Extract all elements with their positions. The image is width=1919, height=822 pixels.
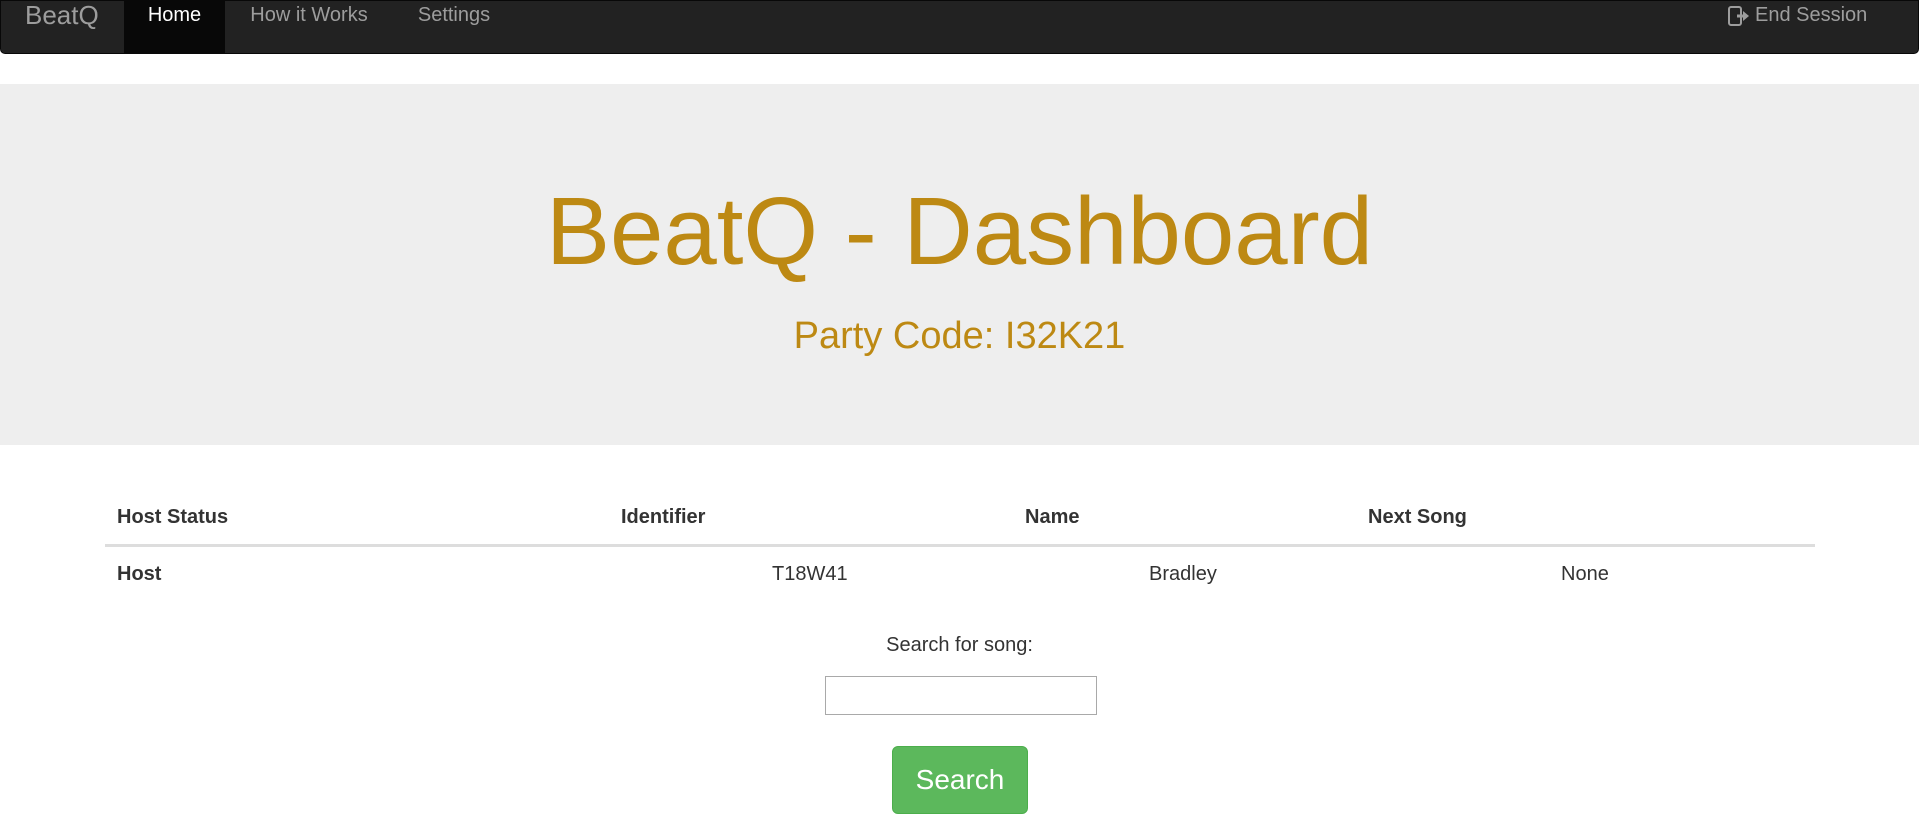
end-session-link[interactable]: End Session [1728, 4, 1867, 27]
song-search-input[interactable] [825, 676, 1097, 715]
page-title: BeatQ - Dashboard [545, 178, 1374, 285]
header-host-status: Host Status [117, 506, 229, 528]
end-session-label: End Session [1755, 4, 1868, 26]
search-label: Search for song: [886, 634, 1033, 656]
header-next-song: Next Song [1368, 506, 1467, 528]
brand-link[interactable]: BeatQ [25, 1, 99, 30]
cell-next-song: None [1561, 563, 1609, 585]
cell-identifier: T18W41 [772, 563, 848, 585]
top-navbar: BeatQ Home How it Works Settings End Ses… [0, 0, 1919, 54]
table-header: Host Status Identifier Name Next Song [105, 490, 1815, 547]
header-identifier: Identifier [621, 506, 706, 528]
cell-name: Bradley [1149, 563, 1217, 585]
nav-how-it-works[interactable]: How it Works [247, 1, 371, 53]
nav-settings[interactable]: Settings [415, 1, 493, 53]
party-code: Party Code: I32K21 [793, 315, 1126, 357]
logout-icon [1728, 5, 1749, 26]
header-name: Name [1025, 506, 1080, 528]
nav-home[interactable]: Home [124, 1, 225, 53]
search-button[interactable]: Search [892, 746, 1028, 814]
jumbotron: BeatQ - Dashboard Party Code: I32K21 [0, 84, 1919, 445]
cell-host-status: Host [117, 563, 162, 585]
host-table: Host Status Identifier Name Next Song Ho… [105, 490, 1815, 585]
